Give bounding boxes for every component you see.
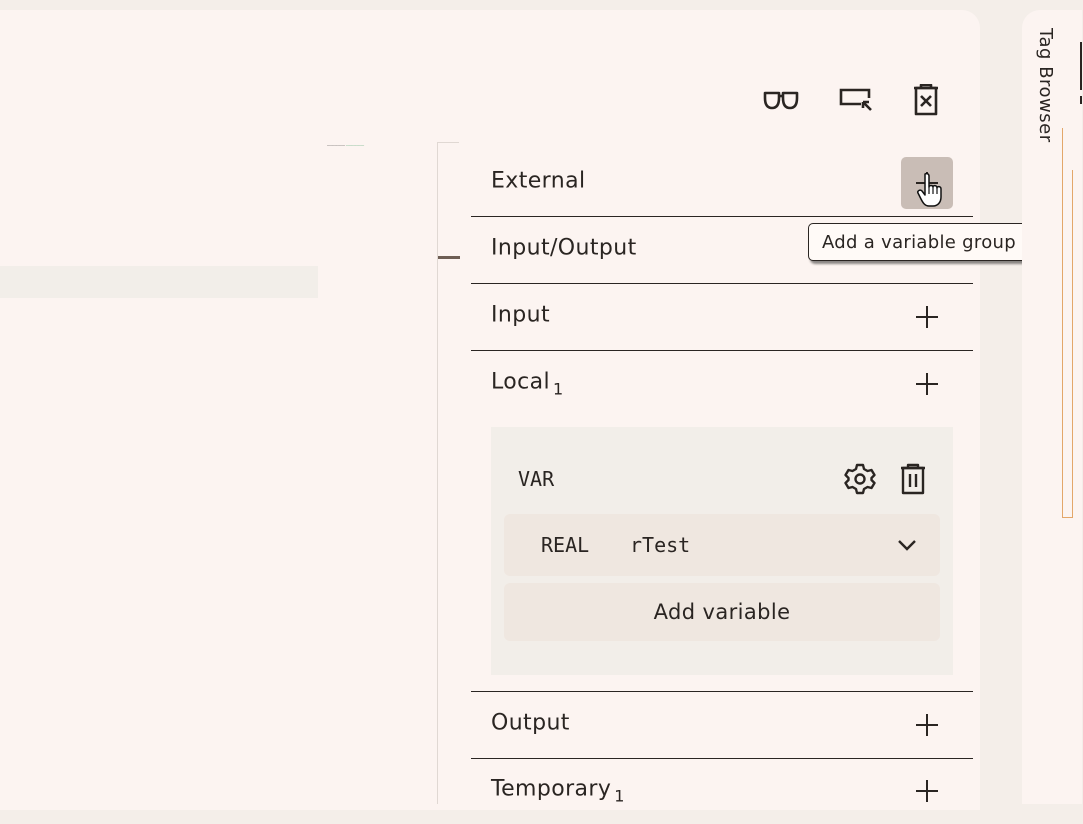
editor-row-highlight bbox=[0, 266, 318, 298]
glasses-icon[interactable] bbox=[761, 80, 801, 120]
group-row-output: Output bbox=[471, 691, 973, 759]
add-variable-button[interactable]: Add variable bbox=[504, 583, 940, 641]
tab-accent-line bbox=[1062, 128, 1063, 518]
trash-icon[interactable] bbox=[896, 462, 930, 496]
variable-type: REAL bbox=[541, 533, 590, 557]
minimap-text: ────────── ────────── bbox=[327, 144, 365, 148]
group-row-temporary: Temporary 1 bbox=[471, 758, 973, 824]
group-label: Output bbox=[491, 710, 570, 736]
next-tab-edge[interactable] bbox=[1080, 42, 1082, 90]
var-section-label: VAR bbox=[518, 467, 555, 491]
group-label: Input bbox=[491, 302, 550, 328]
group-label: External bbox=[491, 168, 586, 194]
next-tab-edge bbox=[1080, 96, 1082, 104]
group-row-local: Local 1 bbox=[471, 351, 973, 417]
tag-browser-tab[interactable]: Tag Browser bbox=[1035, 28, 1056, 143]
plus-icon bbox=[916, 172, 938, 194]
tab-accent-line bbox=[1062, 517, 1073, 518]
select-cursor-icon[interactable] bbox=[835, 80, 875, 120]
group-row-input: Input bbox=[471, 284, 973, 351]
plus-icon bbox=[916, 373, 938, 395]
add-group-button[interactable] bbox=[901, 358, 953, 410]
clear-icon[interactable] bbox=[906, 80, 946, 120]
tooltip: Add a variable group bbox=[808, 223, 1030, 261]
panel-divider[interactable] bbox=[437, 142, 438, 804]
add-group-button[interactable] bbox=[901, 699, 953, 751]
panel-divider-top bbox=[437, 142, 459, 143]
plus-icon bbox=[916, 306, 938, 328]
group-label: Temporary 1 bbox=[491, 776, 625, 806]
group-label: Local 1 bbox=[491, 369, 564, 399]
variable-item[interactable]: REAL rTest bbox=[504, 514, 940, 576]
group-label: Input/Output bbox=[491, 235, 637, 261]
var-section: VAR REAL rTest Add variable bbox=[491, 427, 953, 675]
tab-accent-line bbox=[1072, 170, 1073, 518]
plus-icon bbox=[916, 780, 938, 802]
variable-name: rTest bbox=[630, 533, 691, 557]
plus-icon bbox=[916, 714, 938, 736]
add-group-button[interactable] bbox=[901, 291, 953, 343]
add-group-button[interactable] bbox=[901, 157, 953, 209]
split-handle[interactable] bbox=[438, 256, 460, 259]
chevron-down-icon[interactable] bbox=[894, 532, 920, 558]
add-group-button[interactable] bbox=[901, 765, 953, 817]
gear-icon[interactable] bbox=[843, 462, 877, 496]
group-row-external: External bbox=[471, 150, 973, 217]
